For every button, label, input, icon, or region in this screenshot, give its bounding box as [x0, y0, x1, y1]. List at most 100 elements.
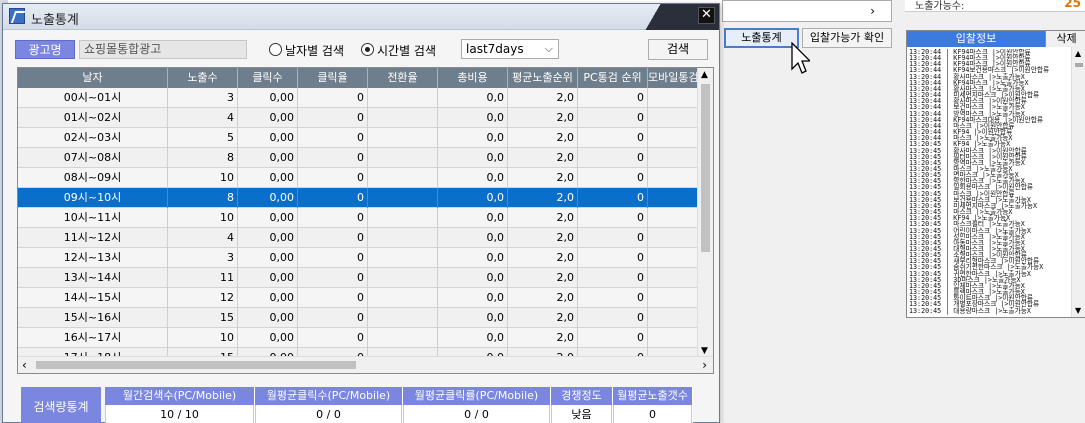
table-cell-cost: 0,0 [438, 128, 508, 148]
period-select[interactable]: last7days ⌵ [461, 39, 559, 59]
scroll-left-icon[interactable]: ‹ [22, 358, 27, 372]
table-cell-ctr: 0 [298, 248, 368, 268]
period-select-value: last7days [466, 42, 524, 56]
app-icon [9, 8, 25, 24]
scroll-thumb[interactable] [701, 84, 710, 252]
table-cell-avg: 2,0 [508, 148, 578, 168]
table-cell-clk: 0,00 [238, 208, 298, 228]
table-row[interactable]: 07시~08시 8 0,00 0 0,0 2,0 0 [18, 148, 698, 168]
exposure-stats-button[interactable]: 노출통계 [724, 28, 799, 48]
delete-button[interactable]: 삭제 [1045, 31, 1085, 47]
scroll-down-icon[interactable]: ▼ [701, 346, 708, 356]
search-bar: 광고명 쇼핑몰통합광고 날자별 검색 시간별 검색 last7days ⌵ 검색 [3, 32, 719, 66]
column-header-mobile-rank[interactable]: 모바일통검 [648, 68, 698, 88]
radio-by-date[interactable] [269, 43, 282, 56]
table-cell-imp: 10 [168, 168, 238, 188]
table-cell-avg: 2,0 [508, 308, 578, 328]
table-row[interactable]: 15시~16시 15 0,00 0 0,0 2,0 0 [18, 308, 698, 328]
table-cell-imp: 8 [168, 188, 238, 208]
ad-name-field[interactable]: 쇼핑몰통합광고 [79, 40, 247, 59]
stats-value: 0 [613, 405, 692, 423]
bid-log-scrollbar[interactable]: ▲ ▼ [1071, 47, 1085, 317]
table-cell-clk: 0,00 [238, 308, 298, 328]
grid-horizontal-scrollbar[interactable]: ‹ › [18, 356, 713, 373]
search-button[interactable]: 검색 [648, 39, 708, 60]
radio-by-time[interactable] [361, 43, 374, 56]
table-cell-imp: 10 [168, 328, 238, 348]
table-cell-avg: 2,0 [508, 288, 578, 308]
table-cell-date: 02시~03시 [18, 128, 168, 148]
scroll-right-icon[interactable]: › [702, 358, 707, 372]
table-cell-pc: 0 [578, 128, 648, 148]
table-row[interactable]: 13시~14시 11 0,00 0 0,0 2,0 0 [18, 268, 698, 288]
table-cell-clk: 0,00 [238, 188, 298, 208]
table-row[interactable]: 12시~13시 3 0,00 0 0,0 2,0 0 [18, 248, 698, 268]
stats-header: 월평균클릭수(PC/Mobile) [255, 387, 402, 405]
table-row[interactable]: 16시~17시 10 0,00 0 0,0 2,0 0 [18, 328, 698, 348]
table-cell-imp: 3 [168, 88, 238, 108]
stats-header: 월간검색수(PC/Mobile) [105, 387, 254, 405]
table-cell-clk: 0,00 [238, 168, 298, 188]
table-row[interactable]: 02시~03시 5 0,00 0 0,0 2,0 0 [18, 128, 698, 148]
scroll-down-icon[interactable]: ▼ [1075, 306, 1081, 315]
scroll-up-icon[interactable]: ▲ [701, 70, 708, 80]
table-cell-pc: 0 [578, 228, 648, 248]
exposure-stats-dialog: 노출통계 ✕ 광고명 쇼핑몰통합광고 날자별 검색 시간별 검색 last7da… [2, 3, 720, 423]
column-header-conversion[interactable]: 전환율 [368, 68, 438, 88]
column-header-cost[interactable]: 총비용 [438, 68, 508, 88]
table-cell-mob [648, 308, 698, 328]
radio-by-date-label[interactable]: 날자별 검색 [285, 42, 344, 59]
tab-bid-info[interactable]: 입찰정보 [907, 31, 1045, 47]
table-row[interactable]: 14시~15시 12 0,00 0 0,0 2,0 0 [18, 288, 698, 308]
table-cell-date: 13시~14시 [18, 268, 168, 288]
column-header-avg-rank[interactable]: 평균노출순위 [508, 68, 578, 88]
stats-value: 낮음 [551, 405, 612, 423]
table-cell-pc: 0 [578, 308, 648, 328]
ad-name-label: 광고명 [15, 40, 75, 59]
table-cell-cost: 0,0 [438, 168, 508, 188]
table-cell-pc: 0 [578, 188, 648, 208]
column-header-impressions[interactable]: 노출수 [168, 68, 238, 88]
search-volume-label: 검색량통계 [21, 387, 101, 423]
dialog-title: 노출통계 [31, 13, 79, 28]
table-cell-cost: 0,0 [438, 88, 508, 108]
table-row[interactable]: 09시~10시 8 0,00 0 0,0 2,0 0 [18, 188, 698, 208]
column-header-ctr[interactable]: 클릭율 [298, 68, 368, 88]
table-cell-clk: 0,00 [238, 128, 298, 148]
table-cell-imp: 3 [168, 248, 238, 268]
table-cell-mob [648, 88, 698, 108]
column-header-clicks[interactable]: 클릭수 [238, 68, 298, 88]
scroll-thumb[interactable] [1075, 63, 1083, 67]
bid-log-list: 13:20:44 | KF94마스크 |>이원안합류 13:20:44 | KF9… [909, 49, 1069, 317]
table-row[interactable]: 10시~11시 10 0,00 0 0,0 2,0 0 [18, 208, 698, 228]
top-list-box[interactable]: › [722, 0, 892, 22]
table-cell-ctr: 0 [298, 228, 368, 248]
table-cell-pc: 0 [578, 148, 648, 168]
radio-by-time-label[interactable]: 시간별 검색 [377, 42, 436, 59]
grid-vertical-scrollbar[interactable]: ▲ ▼ [697, 68, 713, 358]
table-row[interactable]: 01시~02시 4 0,00 0 0,0 2,0 0 [18, 108, 698, 128]
table-row[interactable]: 00시~01시 3 0,00 0 0,0 2,0 0 [18, 88, 698, 108]
column-header-date[interactable]: 날자 [18, 68, 168, 88]
dialog-titlebar[interactable]: 노출통계 ✕ [3, 4, 719, 30]
table-cell-conv [368, 128, 438, 148]
table-cell-avg: 2,0 [508, 88, 578, 108]
table-cell-clk: 0,00 [238, 148, 298, 168]
table-cell-cost: 0,0 [438, 288, 508, 308]
table-cell-conv [368, 268, 438, 288]
table-row[interactable]: 11시~12시 4 0,00 0 0,0 2,0 0 [18, 228, 698, 248]
grid-header: 날자 노출수 클릭수 클릭율 전환율 총비용 평균노출순위 PC통검 순위 모바… [18, 68, 698, 88]
scroll-up-icon[interactable]: ▲ [1075, 49, 1081, 58]
scroll-thumb[interactable] [36, 361, 356, 369]
bid-check-button[interactable]: 입찰가능가 확인 [802, 28, 892, 48]
column-header-pc-rank[interactable]: PC통검 순위 [578, 68, 648, 88]
table-cell-cost: 0,0 [438, 248, 508, 268]
chevron-right-icon[interactable]: › [870, 4, 875, 18]
table-cell-ctr: 0 [298, 268, 368, 288]
table-cell-date: 00시~01시 [18, 88, 168, 108]
table-cell-cost: 0,0 [438, 228, 508, 248]
close-icon[interactable]: ✕ [698, 7, 715, 24]
table-row[interactable]: 08시~09시 10 0,00 0 0,0 2,0 0 [18, 168, 698, 188]
table-cell-conv [368, 228, 438, 248]
table-cell-ctr: 0 [298, 168, 368, 188]
